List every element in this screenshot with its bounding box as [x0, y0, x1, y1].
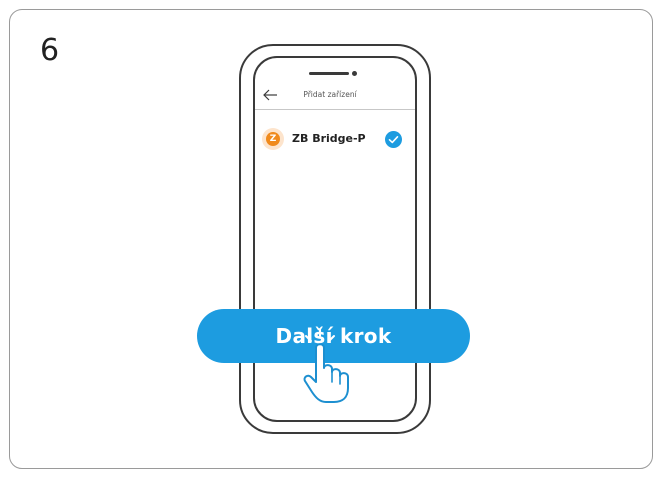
- device-name: ZB Bridge-P: [292, 132, 366, 145]
- phone-camera: [352, 71, 357, 76]
- header-divider: [255, 109, 415, 110]
- page-title: Přidat zařízení: [303, 90, 357, 99]
- device-logo-letter: Z: [266, 132, 280, 146]
- check-circle-icon[interactable]: [385, 131, 402, 148]
- step-number: 6: [40, 33, 60, 68]
- hand-pointer-icon: [303, 328, 349, 403]
- arrow-left-icon[interactable]: [262, 88, 278, 102]
- phone-speaker: [309, 72, 349, 75]
- zigbee-logo-icon: Z: [262, 128, 284, 150]
